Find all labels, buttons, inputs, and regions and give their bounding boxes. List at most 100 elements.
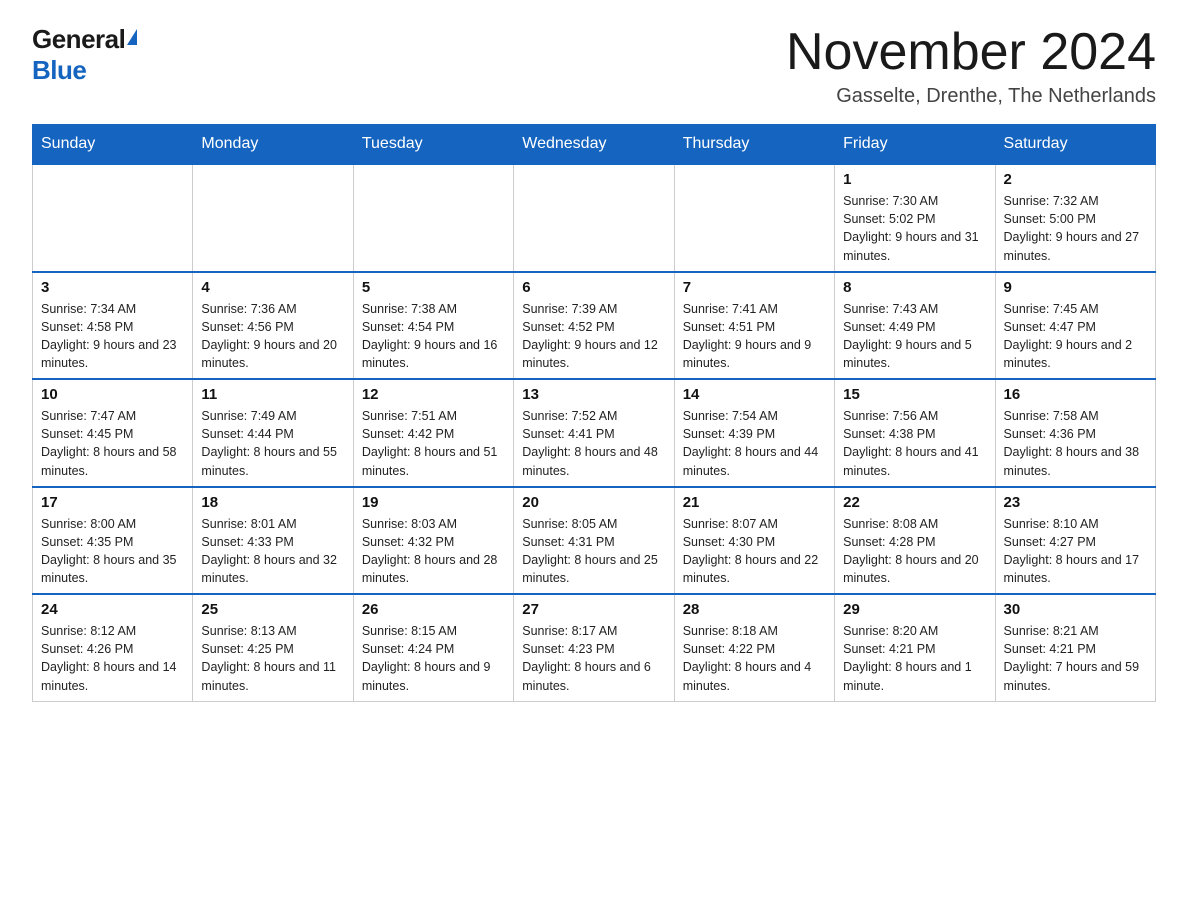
day-number: 13 [522, 386, 665, 403]
day-number: 29 [843, 601, 986, 618]
day-number: 18 [201, 494, 344, 511]
day-info: Sunrise: 7:36 AM Sunset: 4:56 PM Dayligh… [201, 300, 344, 373]
calendar-cell: 24 Sunrise: 8:12 AM Sunset: 4:26 PM Dayli… [33, 594, 193, 701]
weekday-header-wednesday: Wednesday [514, 125, 674, 165]
day-info: Sunrise: 8:17 AM Sunset: 4:23 PM Dayligh… [522, 622, 665, 695]
weekday-header-row: SundayMondayTuesdayWednesdayThursdayFrid… [33, 125, 1156, 165]
calendar-week-row: 10 Sunrise: 7:47 AM Sunset: 4:45 PM Dayli… [33, 379, 1156, 487]
weekday-header-monday: Monday [193, 125, 353, 165]
day-number: 6 [522, 279, 665, 296]
day-info: Sunrise: 7:52 AM Sunset: 4:41 PM Dayligh… [522, 407, 665, 480]
day-number: 3 [41, 279, 184, 296]
calendar-cell: 5 Sunrise: 7:38 AM Sunset: 4:54 PM Daylig… [353, 272, 513, 380]
calendar-cell: 25 Sunrise: 8:13 AM Sunset: 4:25 PM Dayli… [193, 594, 353, 701]
calendar-cell: 8Sunrise: 7:43 AM Sunset: 4:49 PM Daylig… [835, 272, 995, 380]
day-info: Sunrise: 7:41 AM Sunset: 4:51 PM Dayligh… [683, 300, 826, 373]
day-info: Sunrise: 7:49 AM Sunset: 4:44 PM Dayligh… [201, 407, 344, 480]
calendar-cell: 22 Sunrise: 8:08 AM Sunset: 4:28 PM Dayli… [835, 487, 995, 595]
day-info: Sunrise: 7:56 AM Sunset: 4:38 PM Dayligh… [843, 407, 986, 480]
weekday-header-thursday: Thursday [674, 125, 834, 165]
day-info: Sunrise: 7:51 AM Sunset: 4:42 PM Dayligh… [362, 407, 505, 480]
logo: General Blue [32, 24, 137, 86]
day-number: 23 [1004, 494, 1147, 511]
calendar-cell: 26 Sunrise: 8:15 AM Sunset: 4:24 PM Dayli… [353, 594, 513, 701]
day-info: Sunrise: 7:38 AM Sunset: 4:54 PM Dayligh… [362, 300, 505, 373]
logo-blue-text: Blue [32, 55, 86, 86]
day-number: 20 [522, 494, 665, 511]
day-number: 9 [1004, 279, 1147, 296]
calendar-cell: 16Sunrise: 7:58 AM Sunset: 4:36 PM Dayli… [995, 379, 1155, 487]
calendar-cell [514, 164, 674, 272]
calendar-week-row: 24 Sunrise: 8:12 AM Sunset: 4:26 PM Dayli… [33, 594, 1156, 701]
day-number: 25 [201, 601, 344, 618]
calendar-cell: 27 Sunrise: 8:17 AM Sunset: 4:23 PM Dayli… [514, 594, 674, 701]
day-info: Sunrise: 8:15 AM Sunset: 4:24 PM Dayligh… [362, 622, 505, 695]
calendar-cell: 29 Sunrise: 8:20 AM Sunset: 4:21 PM Dayli… [835, 594, 995, 701]
day-info: Sunrise: 8:21 AM Sunset: 4:21 PM Dayligh… [1004, 622, 1147, 695]
day-number: 2 [1004, 171, 1147, 188]
title-block: November 2024 Gasselte, Drenthe, The Net… [786, 24, 1156, 108]
calendar-cell: 30 Sunrise: 8:21 AM Sunset: 4:21 PM Dayli… [995, 594, 1155, 701]
day-number: 30 [1004, 601, 1147, 618]
calendar-cell: 12Sunrise: 7:51 AM Sunset: 4:42 PM Dayli… [353, 379, 513, 487]
calendar-cell: 17Sunrise: 8:00 AM Sunset: 4:35 PM Dayli… [33, 487, 193, 595]
calendar-cell: 23Sunrise: 8:10 AM Sunset: 4:27 PM Dayli… [995, 487, 1155, 595]
logo-triangle-icon [127, 29, 137, 45]
day-number: 22 [843, 494, 986, 511]
day-info: Sunrise: 7:54 AM Sunset: 4:39 PM Dayligh… [683, 407, 826, 480]
calendar-cell: 3 Sunrise: 7:34 AM Sunset: 4:58 PM Daylig… [33, 272, 193, 380]
logo-general-text: General [32, 24, 125, 55]
day-number: 19 [362, 494, 505, 511]
weekday-header-tuesday: Tuesday [353, 125, 513, 165]
calendar-cell: 7Sunrise: 7:41 AM Sunset: 4:51 PM Daylig… [674, 272, 834, 380]
day-info: Sunrise: 8:13 AM Sunset: 4:25 PM Dayligh… [201, 622, 344, 695]
calendar-cell: 13 Sunrise: 7:52 AM Sunset: 4:41 PM Dayli… [514, 379, 674, 487]
day-info: Sunrise: 7:47 AM Sunset: 4:45 PM Dayligh… [41, 407, 184, 480]
day-info: Sunrise: 8:01 AM Sunset: 4:33 PM Dayligh… [201, 515, 344, 588]
calendar-body: 1 Sunrise: 7:30 AM Sunset: 5:02 PM Daylig… [33, 164, 1156, 701]
day-number: 11 [201, 386, 344, 403]
day-number: 28 [683, 601, 826, 618]
month-year-title: November 2024 [786, 24, 1156, 81]
day-info: Sunrise: 7:45 AM Sunset: 4:47 PM Dayligh… [1004, 300, 1147, 373]
day-number: 5 [362, 279, 505, 296]
calendar-cell: 21Sunrise: 8:07 AM Sunset: 4:30 PM Dayli… [674, 487, 834, 595]
weekday-header-friday: Friday [835, 125, 995, 165]
day-info: Sunrise: 8:20 AM Sunset: 4:21 PM Dayligh… [843, 622, 986, 695]
calendar-cell: 28 Sunrise: 8:18 AM Sunset: 4:22 PM Dayli… [674, 594, 834, 701]
calendar-cell: 10 Sunrise: 7:47 AM Sunset: 4:45 PM Dayli… [33, 379, 193, 487]
day-number: 16 [1004, 386, 1147, 403]
day-number: 10 [41, 386, 184, 403]
calendar-week-row: 17Sunrise: 8:00 AM Sunset: 4:35 PM Dayli… [33, 487, 1156, 595]
calendar-cell: 14 Sunrise: 7:54 AM Sunset: 4:39 PM Dayli… [674, 379, 834, 487]
day-info: Sunrise: 7:32 AM Sunset: 5:00 PM Dayligh… [1004, 192, 1147, 265]
calendar-cell: 2 Sunrise: 7:32 AM Sunset: 5:00 PM Daylig… [995, 164, 1155, 272]
calendar-cell: 18 Sunrise: 8:01 AM Sunset: 4:33 PM Dayli… [193, 487, 353, 595]
day-number: 26 [362, 601, 505, 618]
calendar-cell: 9 Sunrise: 7:45 AM Sunset: 4:47 PM Daylig… [995, 272, 1155, 380]
day-info: Sunrise: 7:30 AM Sunset: 5:02 PM Dayligh… [843, 192, 986, 265]
weekday-header-sunday: Sunday [33, 125, 193, 165]
day-info: Sunrise: 8:05 AM Sunset: 4:31 PM Dayligh… [522, 515, 665, 588]
day-number: 1 [843, 171, 986, 188]
calendar-cell: 15 Sunrise: 7:56 AM Sunset: 4:38 PM Dayli… [835, 379, 995, 487]
day-info: Sunrise: 8:08 AM Sunset: 4:28 PM Dayligh… [843, 515, 986, 588]
calendar-cell [353, 164, 513, 272]
calendar-cell: 1 Sunrise: 7:30 AM Sunset: 5:02 PM Daylig… [835, 164, 995, 272]
day-info: Sunrise: 8:12 AM Sunset: 4:26 PM Dayligh… [41, 622, 184, 695]
day-number: 15 [843, 386, 986, 403]
calendar-table: SundayMondayTuesdayWednesdayThursdayFrid… [32, 124, 1156, 702]
day-info: Sunrise: 8:18 AM Sunset: 4:22 PM Dayligh… [683, 622, 826, 695]
calendar-cell: 4 Sunrise: 7:36 AM Sunset: 4:56 PM Daylig… [193, 272, 353, 380]
day-number: 4 [201, 279, 344, 296]
day-number: 17 [41, 494, 184, 511]
day-info: Sunrise: 8:07 AM Sunset: 4:30 PM Dayligh… [683, 515, 826, 588]
calendar-cell: 20 Sunrise: 8:05 AM Sunset: 4:31 PM Dayli… [514, 487, 674, 595]
day-number: 27 [522, 601, 665, 618]
day-number: 14 [683, 386, 826, 403]
day-number: 24 [41, 601, 184, 618]
day-info: Sunrise: 7:34 AM Sunset: 4:58 PM Dayligh… [41, 300, 184, 373]
calendar-cell: 11 Sunrise: 7:49 AM Sunset: 4:44 PM Dayli… [193, 379, 353, 487]
location-subtitle: Gasselte, Drenthe, The Netherlands [786, 85, 1156, 108]
calendar-cell [674, 164, 834, 272]
